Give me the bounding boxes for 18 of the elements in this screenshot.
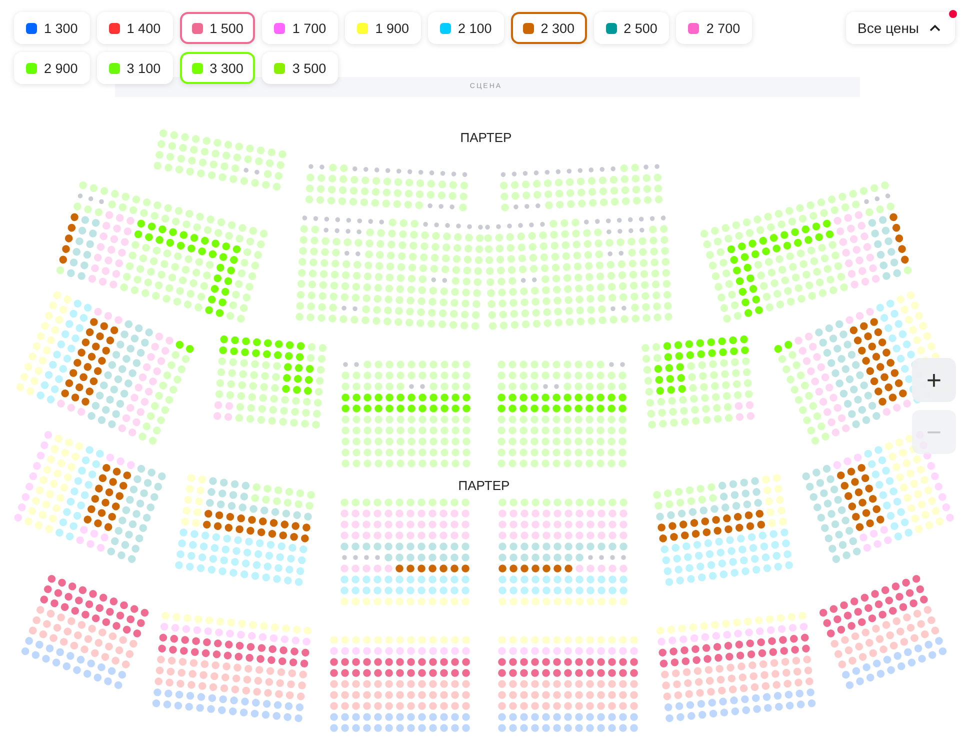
price-filter-chip[interactable]: 2 500 xyxy=(594,12,670,44)
price-filter-chip[interactable]: 3 100 xyxy=(96,52,173,84)
price-filter-chip[interactable]: 2 700 xyxy=(676,12,752,44)
caret-icon xyxy=(929,24,941,32)
section-label: ПАРТЕР xyxy=(460,130,512,145)
price-filter-chip[interactable]: 3 500 xyxy=(262,52,338,84)
section-label: ПАРТЕР xyxy=(458,478,510,493)
price-filter-chip[interactable]: 1 300 xyxy=(14,12,90,44)
price-filter-chip[interactable]: 2 100 xyxy=(428,12,504,44)
price-filter-chip[interactable]: 1 500 xyxy=(180,12,256,44)
zoom-in-button[interactable]: + xyxy=(912,358,956,402)
price-filter-chip[interactable]: 3 300 xyxy=(180,52,256,84)
price-filter-chip[interactable]: 2 300 xyxy=(510,12,587,44)
all-prices-button[interactable]: Все цены xyxy=(846,12,955,44)
price-filter-chip[interactable]: 1 700 xyxy=(262,12,338,44)
price-filter-chip[interactable]: 1 400 xyxy=(96,12,173,44)
price-filter-chip[interactable]: 2 900 xyxy=(14,52,90,84)
price-filter-chip[interactable]: 1 900 xyxy=(345,12,421,44)
